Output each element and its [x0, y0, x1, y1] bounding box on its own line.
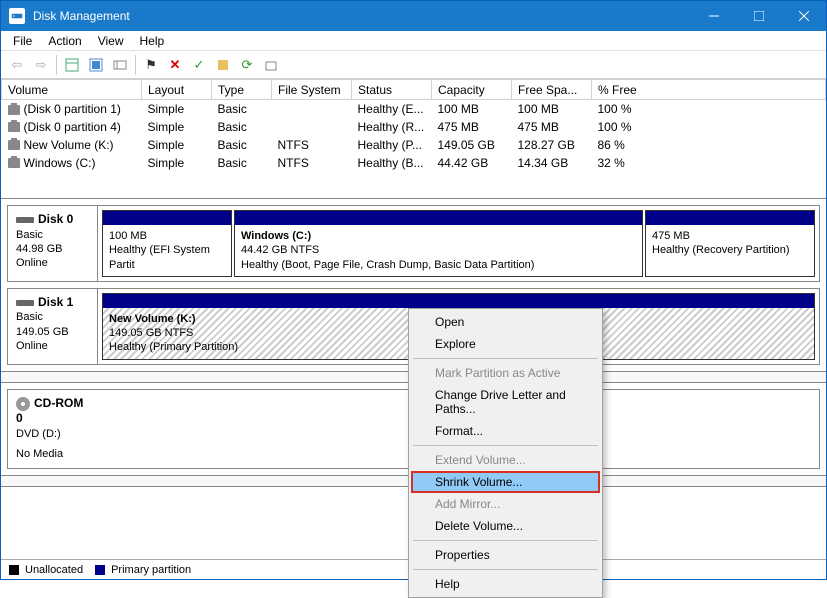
app-icon [9, 8, 25, 24]
volume-row[interactable]: New Volume (K:)SimpleBasicNTFSHealthy (P… [2, 136, 826, 154]
disk0-partition-3[interactable]: 475 MBHealthy (Recovery Partition) [645, 210, 815, 277]
close-button[interactable] [781, 1, 826, 31]
ctx-separator [413, 540, 598, 541]
ctx-mark-active[interactable]: Mark Partition as Active [411, 362, 600, 384]
disk-icon [16, 300, 34, 306]
volume-list: Volume Layout Type File System Status Ca… [1, 79, 826, 199]
ctx-shrink-volume[interactable]: Shrink Volume... [411, 471, 600, 493]
cd-icon [16, 397, 30, 411]
menu-help[interactable]: Help [132, 32, 173, 50]
ctx-format[interactable]: Format... [411, 420, 600, 442]
col-status[interactable]: Status [352, 80, 432, 100]
ctx-add-mirror[interactable]: Add Mirror... [411, 493, 600, 515]
toolbar-check-icon[interactable]: ✓ [187, 53, 211, 77]
disk-1-label: Disk 1 Basic 149.05 GB Online [8, 289, 98, 364]
ctx-properties[interactable]: Properties [411, 544, 600, 566]
disk-icon [16, 217, 34, 223]
ctx-separator [413, 358, 598, 359]
volume-icon [8, 122, 20, 132]
toolbar-btn-9[interactable] [259, 53, 283, 77]
col-capacity[interactable]: Capacity [432, 80, 512, 100]
volume-icon [8, 105, 20, 115]
disk0-partition-windows[interactable]: Windows (C:)44.42 GB NTFSHealthy (Boot, … [234, 210, 643, 277]
toolbar-flag-icon[interactable]: ⚑ [139, 53, 163, 77]
ctx-extend-volume[interactable]: Extend Volume... [411, 449, 600, 471]
col-pct[interactable]: % Free [592, 80, 826, 100]
separator [135, 55, 136, 75]
legend-unallocated-swatch [9, 565, 19, 575]
separator [56, 55, 57, 75]
back-button[interactable]: ⇦ [5, 53, 29, 77]
ctx-explore[interactable]: Explore [411, 333, 600, 355]
ctx-open[interactable]: Open [411, 311, 600, 333]
volume-icon [8, 158, 20, 168]
cdrom-label: CD-ROM 0 DVD (D:) No Media [8, 390, 98, 468]
disk-0-label: Disk 0 Basic 44.98 GB Online [8, 206, 98, 281]
ctx-delete-volume[interactable]: Delete Volume... [411, 515, 600, 537]
titlebar: Disk Management [1, 1, 826, 31]
toolbar-refresh-icon[interactable]: ⟳ [235, 53, 259, 77]
col-fs[interactable]: File System [272, 80, 352, 100]
ctx-separator [413, 445, 598, 446]
maximize-button[interactable] [736, 1, 781, 31]
toolbar-btn-2[interactable] [84, 53, 108, 77]
legend-primary-swatch [95, 565, 105, 575]
menu-action[interactable]: Action [40, 32, 89, 50]
window-title: Disk Management [33, 9, 691, 23]
disk-0-row[interactable]: Disk 0 Basic 44.98 GB Online 100 MBHealt… [7, 205, 820, 282]
forward-button[interactable]: ⇨ [29, 53, 53, 77]
toolbar-btn-3[interactable] [108, 53, 132, 77]
volume-row[interactable]: Windows (C:)SimpleBasicNTFSHealthy (B...… [2, 154, 826, 172]
ctx-help[interactable]: Help [411, 573, 600, 595]
minimize-button[interactable] [691, 1, 736, 31]
volume-row[interactable]: (Disk 0 partition 4)SimpleBasicHealthy (… [2, 118, 826, 136]
legend-primary-label: Primary partition [111, 564, 191, 576]
menubar: File Action View Help [1, 31, 826, 51]
col-free[interactable]: Free Spa... [512, 80, 592, 100]
col-layout[interactable]: Layout [142, 80, 212, 100]
ctx-change-drive-letter[interactable]: Change Drive Letter and Paths... [411, 384, 600, 420]
disk0-partition-1[interactable]: 100 MBHealthy (EFI System Partit [102, 210, 232, 277]
col-volume[interactable]: Volume [2, 80, 142, 100]
toolbar: ⇦ ⇨ ⚑ ✕ ✓ ⟳ [1, 51, 826, 79]
volume-icon [8, 140, 20, 150]
ctx-separator [413, 569, 598, 570]
volume-row[interactable]: (Disk 0 partition 1)SimpleBasicHealthy (… [2, 100, 826, 118]
context-menu: Open Explore Mark Partition as Active Ch… [408, 308, 603, 598]
col-type[interactable]: Type [212, 80, 272, 100]
legend-unallocated-label: Unallocated [25, 564, 83, 576]
toolbar-delete-icon[interactable]: ✕ [163, 53, 187, 77]
menu-view[interactable]: View [90, 32, 132, 50]
toolbar-btn-1[interactable] [60, 53, 84, 77]
volume-table: Volume Layout Type File System Status Ca… [1, 79, 826, 172]
menu-file[interactable]: File [5, 32, 40, 50]
toolbar-btn-7[interactable] [211, 53, 235, 77]
